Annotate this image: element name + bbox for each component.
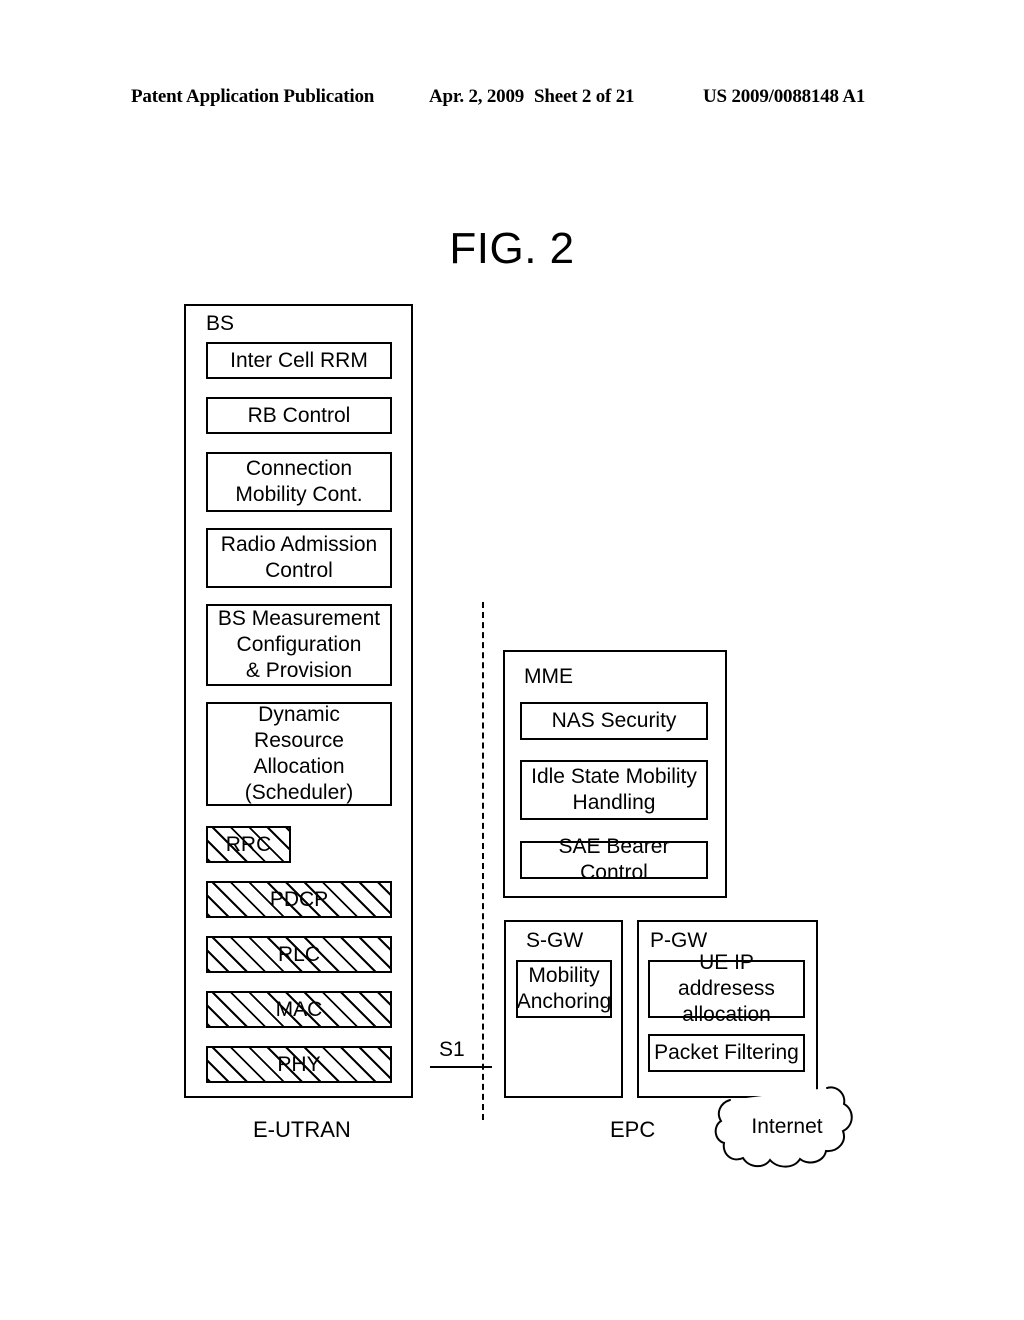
sgw-function-label: Mobility Anchoring <box>516 964 612 1013</box>
mme-function-idle-state-mobility-handling[interactable]: Idle State Mobility Handling <box>520 760 708 820</box>
bs-function-label: Connection Mobility Cont. <box>235 457 363 506</box>
bs-function-dynamic-resource-allocation[interactable]: Dynamic Resource Allocation (Scheduler) <box>206 702 392 806</box>
eutran-epc-divider <box>482 602 484 1120</box>
bs-label: BS <box>206 312 235 335</box>
bs-protocol-phy[interactable]: PHY <box>206 1046 392 1083</box>
pgw-function-packet-filtering[interactable]: Packet Filtering <box>648 1034 805 1072</box>
bs-function-label: RB Control <box>247 403 351 427</box>
bs-protocol-rrc[interactable]: RRC <box>206 826 291 863</box>
bs-function-bs-measurement-configuration[interactable]: BS Measurement Configuration & Provision <box>206 604 392 686</box>
bs-protocol-label: PDCP <box>269 887 329 911</box>
mme-function-label: SAE Bearer Control <box>558 835 670 884</box>
bs-function-radio-admission-control[interactable]: Radio Admission Control <box>206 528 392 588</box>
bs-protocol-pdcp[interactable]: PDCP <box>206 881 392 918</box>
caption-eutran: E-UTRAN <box>253 1117 351 1142</box>
bs-protocol-label: PHY <box>277 1052 321 1076</box>
mme-function-nas-security[interactable]: NAS Security <box>520 702 708 740</box>
bs-function-inter-cell-rrm[interactable]: Inter Cell RRM <box>206 342 392 379</box>
header-patent-number: US 2009/0088148 A1 <box>703 86 866 107</box>
bs-function-label: Inter Cell RRM <box>230 348 368 372</box>
header-publication-text: Patent Application Publication <box>131 86 375 107</box>
publication-header: Patent Application Publication Apr. 2, 2… <box>0 86 1024 112</box>
s1-interface-label: S1 <box>439 1038 465 1061</box>
header-sheet-text: Sheet 2 of 21 <box>534 86 635 107</box>
sgw-label: S-GW <box>526 929 584 952</box>
bs-function-label: BS Measurement Configuration & Provision <box>217 607 381 682</box>
caption-epc: EPC <box>610 1117 656 1142</box>
internet-cloud: Internet <box>712 1086 862 1172</box>
mme-label: MME <box>524 665 573 688</box>
pgw-function-label: Packet Filtering <box>654 1041 799 1064</box>
bs-protocol-label: RLC <box>277 942 320 966</box>
pgw-function-ue-ip-address-allocation[interactable]: UE IP addresess allocation <box>648 951 805 1026</box>
header-date-text: Apr. 2, 2009 <box>429 86 525 107</box>
bs-protocol-label: RRC <box>225 832 272 856</box>
mme-function-label: NAS Security <box>551 709 677 732</box>
cloud-label: Internet <box>751 1115 823 1138</box>
bs-function-label: Dynamic Resource Allocation (Scheduler) <box>244 703 354 804</box>
mme-function-sae-bearer-control[interactable]: SAE Bearer Control <box>520 835 708 884</box>
sgw-function-mobility-anchoring[interactable]: Mobility Anchoring <box>516 960 612 1018</box>
patent-figure-page: Patent Application Publication Apr. 2, 2… <box>0 0 1024 1320</box>
pgw-label: P-GW <box>650 929 708 952</box>
bs-protocol-mac[interactable]: MAC <box>206 991 392 1028</box>
pgw-function-label: UE IP addresess allocation <box>678 951 775 1026</box>
bs-protocol-rlc[interactable]: RLC <box>206 936 392 973</box>
s1-interface-line <box>430 1066 492 1068</box>
bs-protocol-label: MAC <box>275 997 323 1021</box>
mme-function-label: Idle State Mobility Handling <box>531 765 697 814</box>
bs-function-label: Radio Admission Control <box>220 533 378 582</box>
bs-function-rb-control[interactable]: RB Control <box>206 397 392 434</box>
bs-function-connection-mobility-cont[interactable]: Connection Mobility Cont. <box>206 452 392 512</box>
figure-title: FIG. 2 <box>449 224 575 273</box>
